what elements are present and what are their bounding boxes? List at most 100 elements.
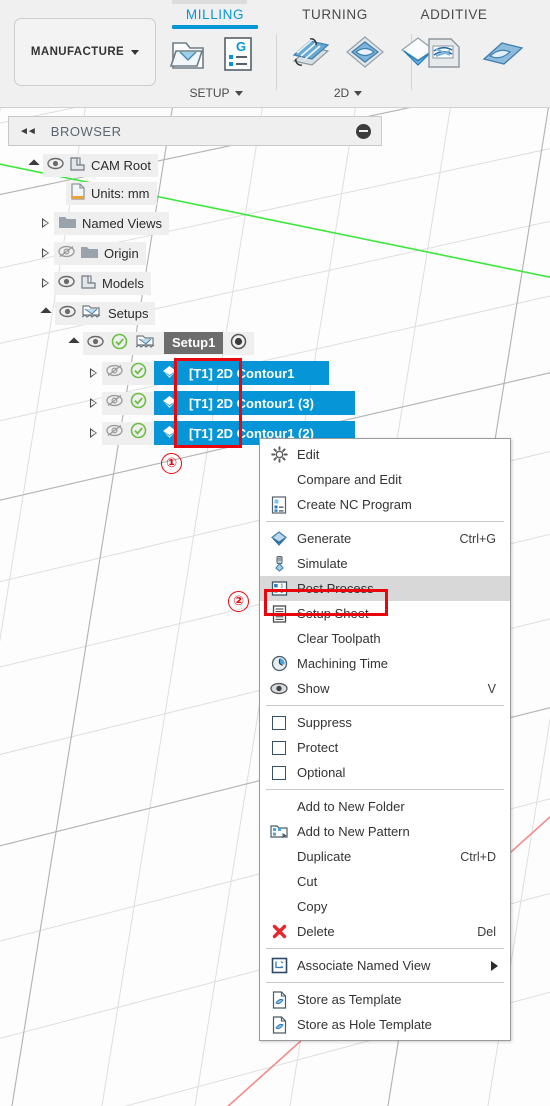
- workspace-switcher-manufacture[interactable]: MANUFACTURE: [14, 18, 156, 86]
- eye-hidden-icon[interactable]: [106, 424, 123, 442]
- face-icon[interactable]: [288, 29, 334, 80]
- expander-closed-icon[interactable]: [42, 278, 49, 288]
- models-chip[interactable]: Models: [54, 271, 151, 295]
- menu-item-suppress[interactable]: Suppress: [260, 710, 510, 735]
- eye-visible-icon[interactable]: [58, 275, 75, 291]
- panel-label-2d[interactable]: 2D: [288, 84, 408, 102]
- menu-item-machining-time[interactable]: Machining Time: [260, 651, 510, 676]
- eye-visible-icon[interactable]: [59, 305, 76, 321]
- expander-closed-icon[interactable]: [90, 368, 97, 378]
- expander-closed-icon[interactable]: [90, 428, 97, 438]
- expander-open-icon[interactable]: [68, 337, 80, 349]
- expander-closed-icon[interactable]: [42, 218, 49, 228]
- chevron-down-icon: [234, 90, 243, 96]
- tree-item-toolpath-2[interactable]: [T1] 2D Contour1 (3): [90, 390, 355, 416]
- setup-sheet-icon: [268, 604, 290, 623]
- menu-item-generate[interactable]: Generate Ctrl+G: [260, 526, 510, 551]
- eye-hidden-icon[interactable]: [58, 245, 75, 261]
- toolpath-1-selected[interactable]: [T1] 2D Contour1: [154, 361, 329, 385]
- units-chip[interactable]: Units: mm: [66, 181, 157, 205]
- menu-item-delete[interactable]: Delete Del: [260, 919, 510, 944]
- menu-label-store-as-template: Store as Template: [297, 992, 402, 1007]
- menu-item-setup-sheet[interactable]: Setup Sheet: [260, 601, 510, 626]
- menu-label-edit: Edit: [297, 447, 320, 462]
- menu-item-compare-and-edit[interactable]: Compare and Edit: [260, 467, 510, 492]
- tree-item-setups[interactable]: Setups: [40, 300, 156, 326]
- adaptive2d-icon[interactable]: [342, 29, 388, 80]
- menu-item-post-process[interactable]: 12 Post Process: [260, 576, 510, 601]
- multiaxis-contour-icon[interactable]: [474, 29, 526, 80]
- menu-label-delete: Delete: [297, 924, 335, 939]
- menu-item-duplicate[interactable]: Duplicate Ctrl+D: [260, 844, 510, 869]
- toolpath-1-state-chip[interactable]: [102, 361, 154, 385]
- setup1-name-field[interactable]: Setup1: [164, 332, 224, 354]
- menu-item-optional[interactable]: Optional: [260, 760, 510, 785]
- tree-item-origin[interactable]: Origin: [42, 240, 146, 266]
- menu-item-add-to-new-pattern[interactable]: Add to New Pattern: [260, 819, 510, 844]
- expander-open-icon[interactable]: [28, 159, 40, 171]
- expander-closed-icon[interactable]: [42, 248, 49, 258]
- multiaxis-icon[interactable]: [420, 29, 466, 80]
- menu-item-clear-toolpath[interactable]: Clear Toolpath: [260, 626, 510, 651]
- tree-item-cam-root[interactable]: CAM Root: [28, 152, 158, 178]
- folder-icon: [80, 244, 99, 262]
- named-view-icon: [268, 957, 290, 975]
- named-views-chip[interactable]: Named Views: [54, 211, 169, 235]
- cam-root-chip[interactable]: CAM Root: [43, 153, 158, 177]
- toolpath-3-state-chip[interactable]: [102, 421, 154, 445]
- menu-item-associate-named-view[interactable]: Associate Named View: [260, 953, 510, 978]
- checkbox-icon[interactable]: [268, 714, 290, 732]
- menu-separator: [266, 705, 504, 706]
- contour2d-op-icon: [160, 364, 179, 383]
- menu-label-simulate: Simulate: [297, 556, 348, 571]
- eye-hidden-icon[interactable]: [106, 364, 123, 382]
- nc-program-icon[interactable]: G: [218, 31, 258, 80]
- tab-active-underline: [172, 25, 258, 29]
- menu-item-edit[interactable]: Edit: [260, 442, 510, 467]
- tree-item-units[interactable]: Units: mm: [66, 180, 157, 206]
- radio-active-icon[interactable]: [230, 333, 247, 353]
- menu-item-store-as-template[interactable]: Store as Template: [260, 987, 510, 1012]
- tab-milling[interactable]: MILLING: [172, 7, 258, 29]
- menu-item-cut[interactable]: Cut: [260, 869, 510, 894]
- menu-separator: [266, 789, 504, 790]
- checkbox-icon[interactable]: [268, 739, 290, 757]
- eye-visible-icon[interactable]: [87, 335, 104, 351]
- menu-item-store-as-hole-template[interactable]: Store as Hole Template: [260, 1012, 510, 1037]
- menu-label-protect: Protect: [297, 740, 339, 755]
- tab-additive[interactable]: ADDITIVE: [404, 7, 504, 22]
- eye-visible-icon[interactable]: [47, 157, 64, 173]
- svg-text:2: 2: [280, 589, 283, 595]
- minus-circle-icon[interactable]: [356, 123, 371, 139]
- menu-item-add-to-new-folder[interactable]: Add to New Folder: [260, 794, 510, 819]
- tree-item-setup1[interactable]: Setup1: [68, 330, 255, 356]
- browser-title: BROWSER: [50, 123, 122, 139]
- tree-label-cam-root: CAM Root: [91, 157, 151, 173]
- setup1-chip[interactable]: Setup1: [83, 331, 255, 355]
- setups-chip[interactable]: Setups: [55, 301, 156, 325]
- panel-label-setup[interactable]: SETUP: [166, 84, 266, 102]
- tree-item-toolpath-1[interactable]: [T1] 2D Contour1: [90, 360, 329, 386]
- collapse-left-icon[interactable]: ◄◄: [19, 126, 37, 137]
- tab-turning[interactable]: TURNING: [290, 7, 380, 22]
- tree-item-named-views[interactable]: Named Views: [42, 210, 169, 236]
- tree-label-setups: Setups: [108, 305, 149, 321]
- origin-chip[interactable]: Origin: [54, 241, 146, 265]
- checkbox-icon[interactable]: [268, 764, 290, 782]
- menu-item-show[interactable]: Show V: [260, 676, 510, 701]
- toolpath-2-selected[interactable]: [T1] 2D Contour1 (3): [154, 391, 355, 415]
- tree-item-models[interactable]: Models: [42, 270, 151, 296]
- expander-closed-icon[interactable]: [90, 398, 97, 408]
- expander-open-icon[interactable]: [40, 307, 52, 319]
- menu-accel-delete: Del: [477, 924, 496, 939]
- contour2d-op-icon: [160, 394, 179, 413]
- contour2d-op-icon: [160, 424, 179, 443]
- setup-folder-icon[interactable]: [166, 31, 210, 80]
- menu-item-copy[interactable]: Copy: [260, 894, 510, 919]
- menu-item-simulate[interactable]: Simulate: [260, 551, 510, 576]
- eye-hidden-icon[interactable]: [106, 394, 123, 412]
- setup-folder-icon: [135, 333, 157, 353]
- toolpath-2-state-chip[interactable]: [102, 391, 154, 415]
- menu-item-create-nc-program[interactable]: Create NC Program: [260, 492, 510, 517]
- menu-item-protect[interactable]: Protect: [260, 735, 510, 760]
